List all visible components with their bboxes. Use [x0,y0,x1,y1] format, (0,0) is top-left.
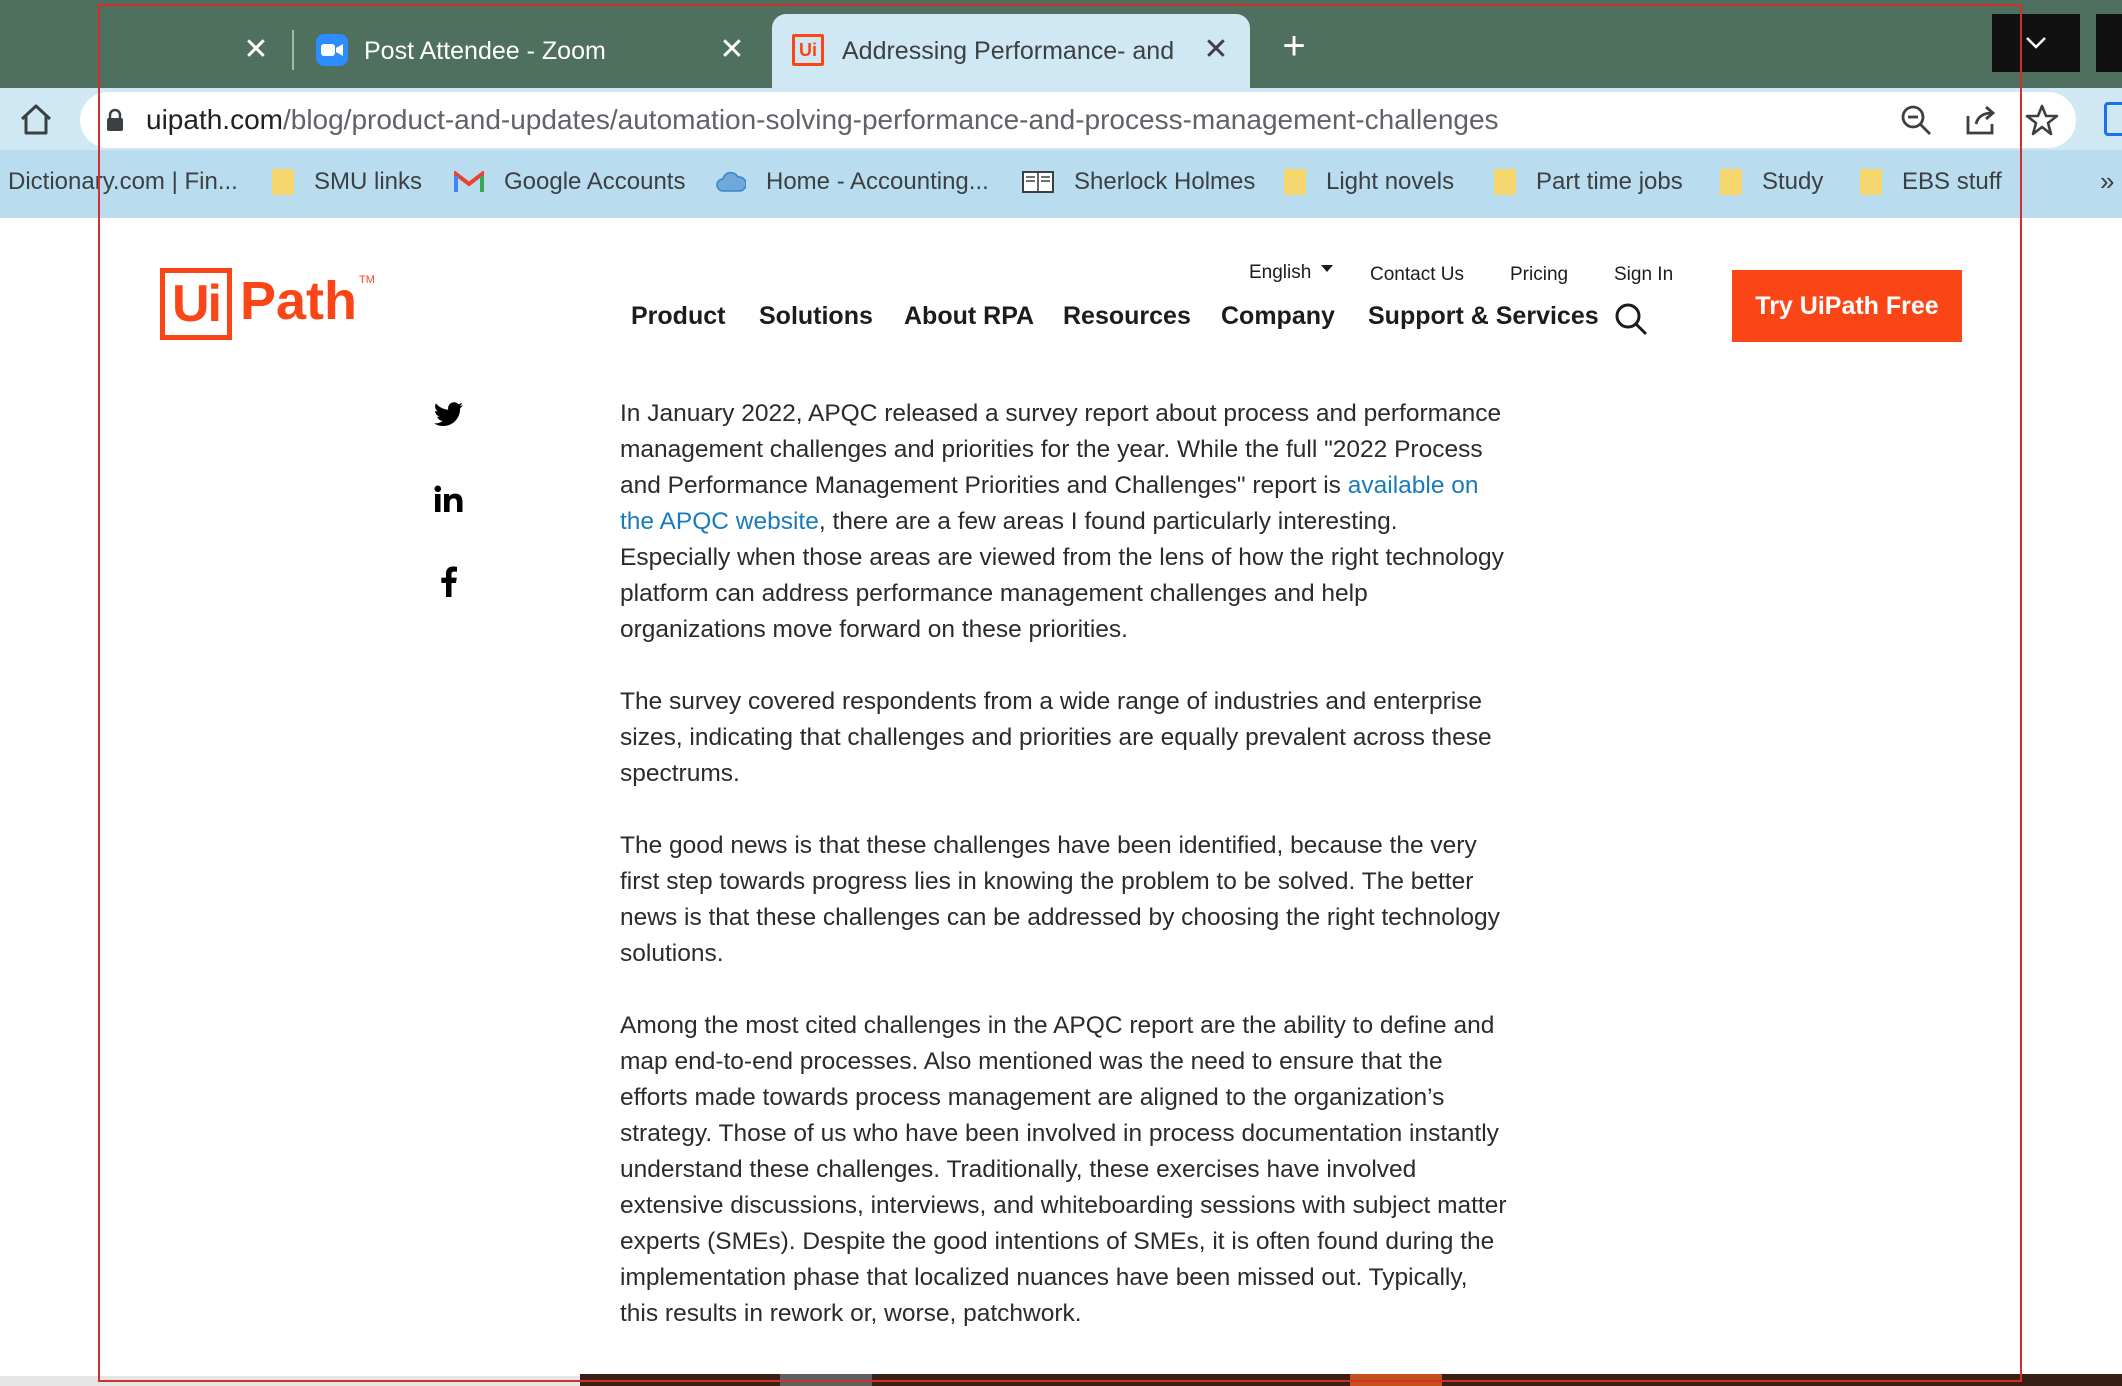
uipath-logo[interactable]: Ui Path TM [160,268,375,340]
bookmark-label: Light novels [1326,168,1455,195]
bookmark-star-icon[interactable] [2024,102,2060,138]
folder-icon [1720,169,1742,195]
share-icon[interactable] [1962,102,1998,138]
tab-separator [292,30,294,70]
taskbar-item[interactable] [780,1374,872,1386]
zoom-magnifier-icon[interactable] [1898,102,1934,138]
bookmark-study[interactable]: Study [1720,168,1823,196]
article-body: In January 2022, APQC released a survey … [620,396,1510,1368]
article-paragraph: The good news is that these challenges h… [620,832,1500,967]
tab-close-icon[interactable]: ✕ [1200,34,1232,66]
home-icon[interactable] [16,100,56,140]
tab-strip: ✕ Post Attendee - Zoom ✕ Ui Addressing P… [0,0,2122,88]
cloud-icon [716,171,746,192]
tab-title: Post Attendee - Zoom [364,36,606,65]
uipath-favicon: Ui [792,34,824,66]
nav-product[interactable]: Product [631,302,725,331]
bookmarks-overflow-button[interactable]: » [2100,166,2114,197]
pricing-link[interactable]: Pricing [1510,264,1568,286]
language-label: English [1249,262,1312,283]
browser-toolbar: uipath.com/blog/product-and-updates/auto… [0,88,2122,150]
bookmark-label: EBS stuff [1902,168,2002,195]
tab-close-icon[interactable]: ✕ [716,34,748,66]
nav-company[interactable]: Company [1221,302,1335,331]
facebook-share-button[interactable] [428,560,470,602]
twitter-share-button[interactable] [428,394,470,436]
twitter-icon [434,402,463,426]
logo-trademark: TM [359,274,375,286]
bookmarks-bar: Dictionary.com | Fin... SMU links Google… [0,150,2122,218]
bookmark-part-time-jobs[interactable]: Part time jobs [1494,168,1683,196]
url-path: /blog/product-and-updates/automation-sol… [282,104,1499,135]
bookmark-home-accounting[interactable]: Home - Accounting... [716,168,989,196]
taskbar-strip [580,1374,2122,1386]
bookmark-ebs-stuff[interactable]: EBS stuff [1860,168,2002,196]
bookmark-label: Dictionary.com | Fin... [8,168,238,195]
chevron-down-icon [2026,37,2046,49]
contact-us-link[interactable]: Contact Us [1370,264,1464,286]
zoom-icon [316,34,348,66]
logo-text: Path [240,271,358,331]
bookmark-light-novels[interactable]: Light novels [1284,168,1454,196]
url-text[interactable]: uipath.com/blog/product-and-updates/auto… [146,104,1499,136]
bookmark-smu-links[interactable]: SMU links [272,168,422,196]
tab-previous[interactable]: ✕ [0,14,290,88]
caret-down-icon [1321,265,1334,273]
article-paragraph: The survey covered respondents from a wi… [620,688,1492,787]
new-tab-button[interactable]: + [1272,24,1316,68]
tab-uipath-active[interactable]: Ui Addressing Performance- and Pr ✕ [772,14,1250,88]
sign-in-link[interactable]: Sign In [1614,264,1673,286]
folder-icon [272,169,294,195]
nav-support-services[interactable]: Support & Services [1368,302,1599,331]
nav-about-rpa[interactable]: About RPA [904,302,1034,331]
horizontal-scrollbar-track[interactable] [0,1376,580,1386]
url-host: uipath.com [146,104,283,135]
folder-icon [1860,169,1882,195]
address-bar[interactable]: uipath.com/blog/product-and-updates/auto… [80,92,2076,148]
article-paragraph: Among the most cited challenges in the A… [620,1012,1507,1327]
bookmark-google-accounts[interactable]: Google Accounts [454,168,685,196]
book-icon [1022,171,1054,193]
bookmark-label: Sherlock Holmes [1074,168,1256,195]
bookmark-label: Study [1762,168,1824,195]
language-selector[interactable]: English [1249,262,1334,284]
linkedin-share-button[interactable] [428,478,470,520]
web-page: Ui Path TM English Contact Us Pricing Si… [0,218,2122,1386]
nav-solutions[interactable]: Solutions [759,302,873,331]
nav-resources[interactable]: Resources [1063,302,1191,331]
tab-search-button[interactable] [1992,14,2080,72]
bookmark-label: Google Accounts [504,168,686,195]
folder-icon [1284,169,1306,195]
folder-icon [1494,169,1516,195]
tab-close-icon[interactable]: ✕ [240,34,272,66]
bookmark-label: Home - Accounting... [766,168,989,195]
article-paragraph: In January 2022, APQC released a survey … [620,400,1504,643]
search-icon[interactable] [1614,302,1648,336]
lock-icon[interactable] [106,108,124,132]
window-minimize-button[interactable] [2096,14,2122,72]
try-uipath-free-button[interactable]: Try UiPath Free [1732,270,1962,342]
taskbar-item-active[interactable] [1350,1374,1442,1386]
bookmark-dictionary[interactable]: Dictionary.com | Fin... [8,168,238,196]
bookmark-sherlock-holmes[interactable]: Sherlock Holmes [1022,168,1255,196]
linkedin-icon [434,485,463,512]
tab-title: Addressing Performance- and Pr [842,36,1182,65]
gmail-icon [454,171,484,192]
bookmark-label: Part time jobs [1536,168,1683,195]
facebook-icon [441,566,457,597]
logo-box: Ui [160,268,232,340]
extension-icon[interactable] [2104,102,2122,136]
bookmark-label: SMU links [314,168,423,195]
tab-zoom[interactable]: Post Attendee - Zoom ✕ [296,14,766,88]
